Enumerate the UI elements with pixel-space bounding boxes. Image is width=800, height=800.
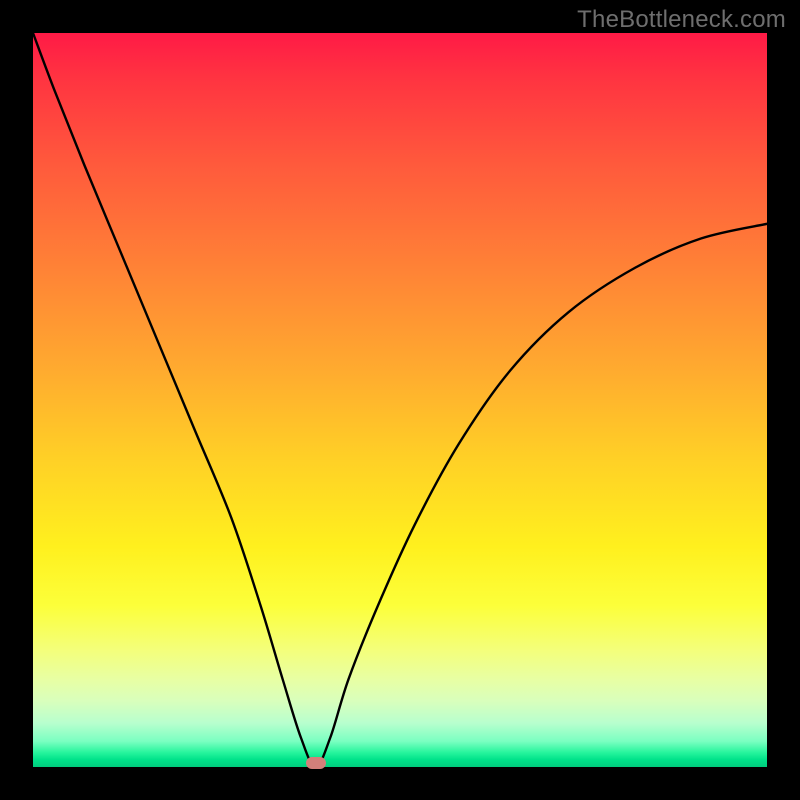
minimum-marker	[306, 757, 326, 769]
plot-area	[33, 33, 767, 767]
watermark-text: TheBottleneck.com	[577, 6, 786, 34]
bottleneck-curve	[33, 33, 767, 767]
curve-path	[33, 33, 767, 767]
chart-frame: TheBottleneck.com	[0, 0, 800, 800]
